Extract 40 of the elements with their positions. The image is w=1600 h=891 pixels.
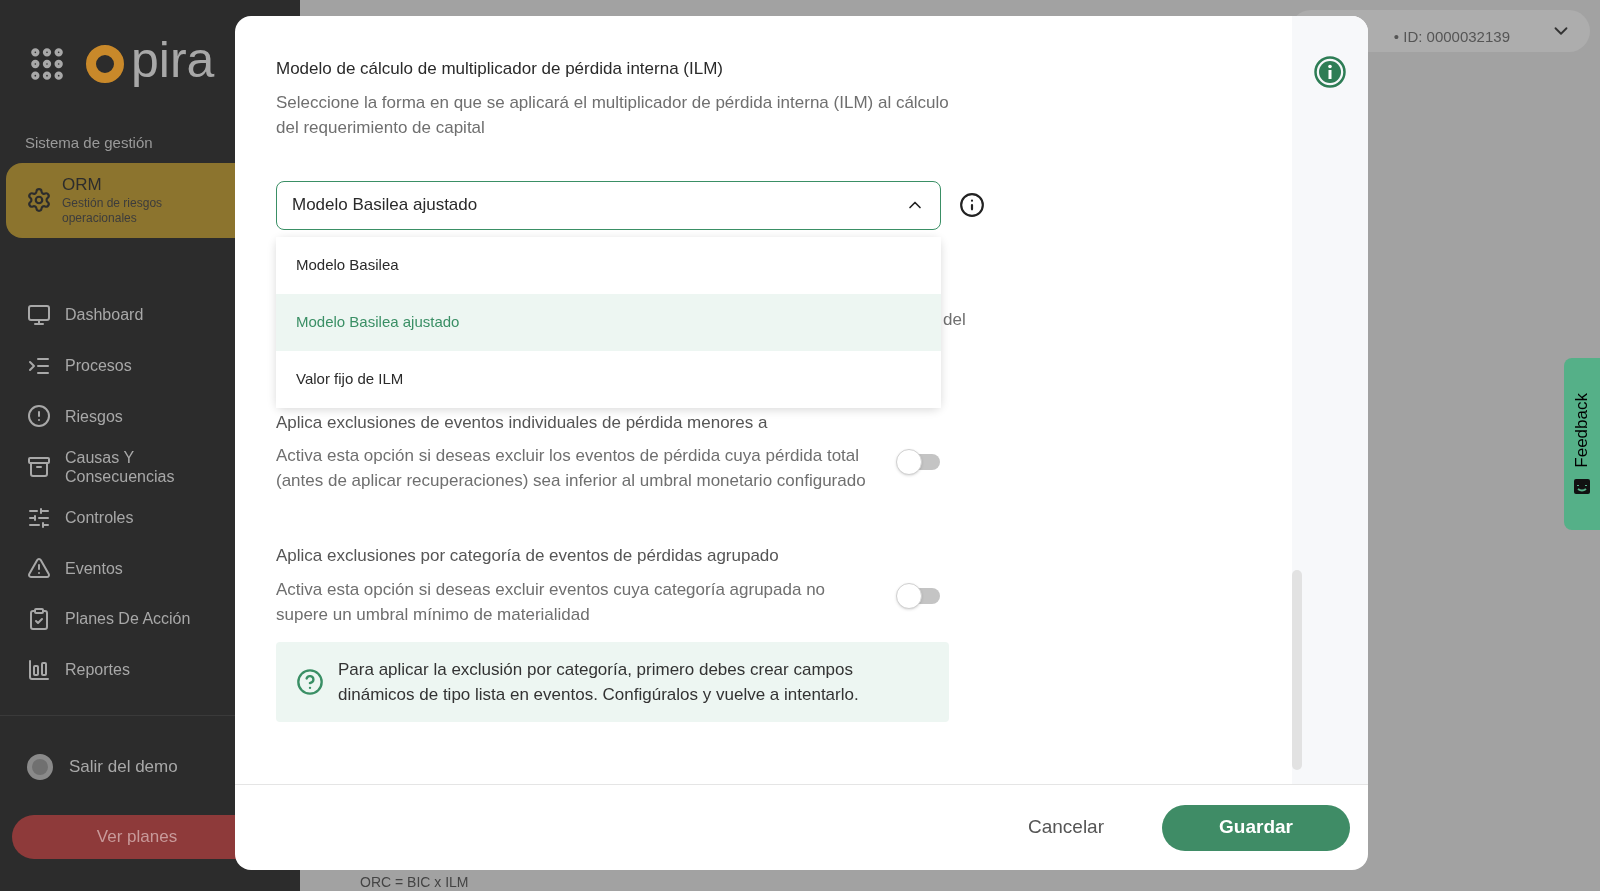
bar-chart-icon bbox=[27, 657, 51, 682]
setting-description: Activa esta opción si deseas excluir eventos cuya categoría agrupada no supere un umbral mínimo de materialidad bbox=[276, 578, 827, 626]
toggle-switch[interactable] bbox=[896, 449, 942, 475]
archive-icon bbox=[27, 454, 51, 479]
setting-title: Aplica exclusiones por categoría de eventos de pérdidas agrupado bbox=[276, 545, 780, 567]
exit-icon bbox=[27, 754, 53, 780]
model-select[interactable]: Modelo Basilea ajustado bbox=[276, 180, 941, 230]
section-label: Sistema de gestión bbox=[25, 133, 154, 153]
nav-item[interactable]: Reportes bbox=[0, 644, 300, 695]
logo-text: pira bbox=[131, 35, 215, 85]
formula-text: ORC = BIC x ILM bbox=[360, 873, 469, 891]
dropdown-option[interactable]: Modelo Basilea ajustado bbox=[276, 294, 941, 351]
info-icon[interactable] bbox=[959, 192, 985, 218]
toggle-switch[interactable] bbox=[896, 582, 942, 609]
nav-item[interactable]: Controles bbox=[0, 492, 300, 543]
feedback-tab[interactable]: Feedback bbox=[1564, 358, 1600, 530]
notice-text: Para aplicar la exclusión por categoría, primero debes crear campos dinámicos de tipo lista en eventos. Configúralos y vuelve a intentarlo. bbox=[338, 658, 860, 706]
dialog-title: Modelo de cálculo de multiplicador de pérdida interna (ILM) bbox=[276, 58, 724, 80]
save-button[interactable]: Guardar bbox=[1162, 804, 1350, 851]
clipboard-check-icon bbox=[27, 606, 51, 631]
module-title: ORM bbox=[62, 174, 103, 196]
account-id: • ID: 0000032139 bbox=[1393, 26, 1510, 47]
sliders-icon bbox=[27, 505, 51, 530]
warning-icon bbox=[27, 556, 51, 581]
exit-demo-item[interactable]: Salir del demo bbox=[27, 754, 300, 780]
chat-smile-icon bbox=[1573, 477, 1591, 496]
monitor-icon bbox=[27, 302, 51, 327]
setting-description: Activa esta opción si deseas excluir los eventos de pérdida cuya pérdida total (antes de aplicar recuperaciones) sea inferior al umbral monetario configurado bbox=[276, 445, 866, 492]
setting-title: Aplica exclusiones de eventos individuales de pérdida menores a bbox=[276, 411, 769, 434]
logo-icon bbox=[85, 44, 125, 84]
dialog-description: Seleccione la forma en que se aplicará el multiplicador de pérdida interna (ILM) al cálculo del requerimiento de capital bbox=[276, 91, 950, 139]
dropdown-option[interactable]: Modelo Basilea bbox=[276, 237, 941, 294]
module-subtitle: Gestión de riesgos operacionales bbox=[62, 195, 164, 226]
gear-icon bbox=[26, 187, 52, 213]
dropdown-option[interactable]: Valor fijo de ILM bbox=[276, 351, 941, 408]
cancel-button[interactable]: Cancelar bbox=[1017, 805, 1114, 850]
scrollbar-thumb[interactable] bbox=[1292, 570, 1302, 770]
help-icon bbox=[296, 667, 324, 696]
alert-icon bbox=[27, 404, 51, 429]
covered-text: del bbox=[943, 309, 966, 331]
